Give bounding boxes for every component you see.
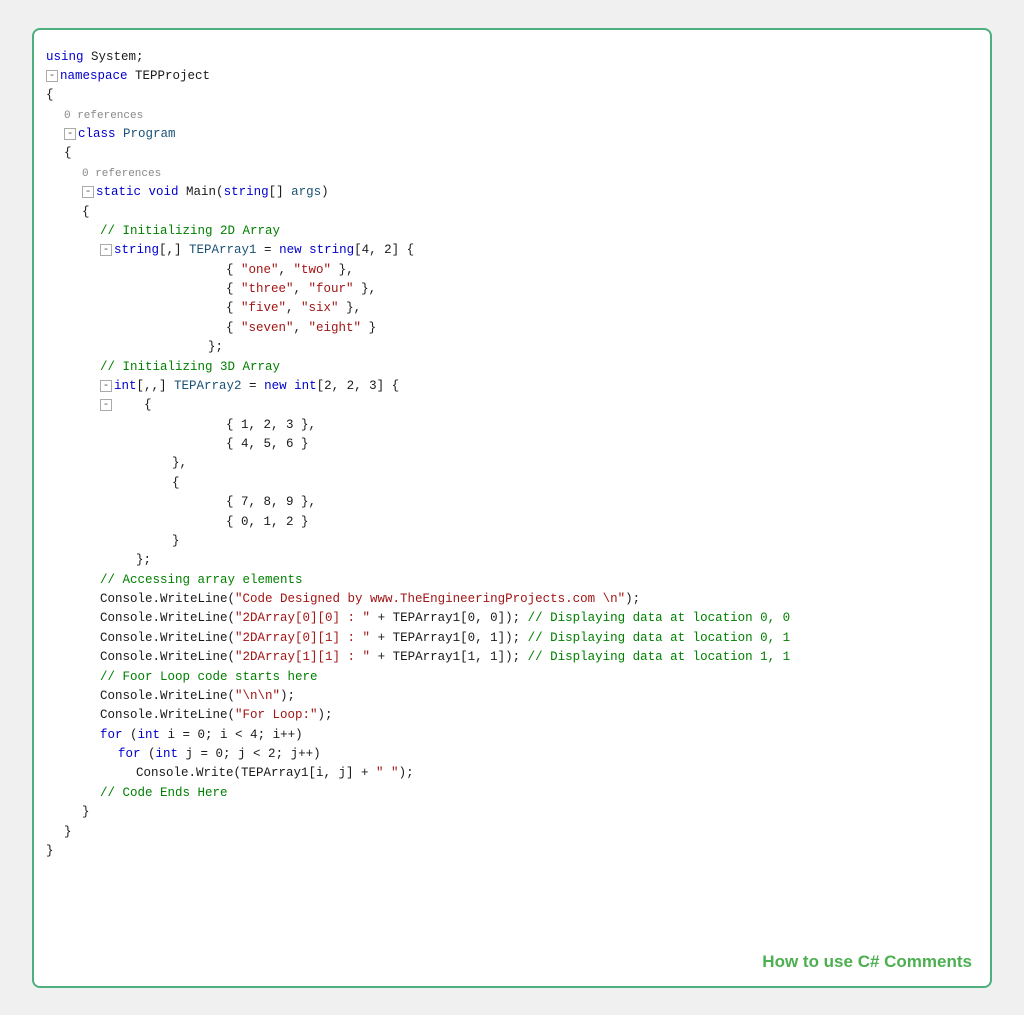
code-line: // Foor Loop code starts here [46,668,974,687]
code-line: // Initializing 3D Array [46,358,974,377]
code-line: } [46,803,974,822]
code-line: { "three", "four" }, [46,280,974,299]
code-line: -class Program [46,125,974,144]
code-line: Console.WriteLine("Code Designed by www.… [46,590,974,609]
code-line: Console.WriteLine("2DArray[1][1] : " + T… [46,648,974,667]
code-content: using System; -namespace TEPProject { 0 … [46,48,974,862]
code-line: 0 references [46,106,974,125]
code-line: { 4, 5, 6 } [46,435,974,454]
code-line: // Accessing array elements [46,571,974,590]
footer-label: How to use C# Comments [762,952,972,972]
code-line: Console.Write(TEPArray1[i, j] + " "); [46,764,974,783]
code-line: { "five", "six" }, [46,299,974,318]
code-editor: using System; -namespace TEPProject { 0 … [32,28,992,988]
code-line: { [46,474,974,493]
code-line: { "seven", "eight" } [46,319,974,338]
code-line: { [46,203,974,222]
code-line: Console.WriteLine("2DArray[0][1] : " + T… [46,629,974,648]
code-line: -string[,] TEPArray1 = new string[4, 2] … [46,241,974,260]
code-line: -static void Main(string[] args) [46,183,974,202]
code-line: } [46,823,974,842]
code-line: { [46,86,974,105]
code-line: -namespace TEPProject [46,67,974,86]
code-line: { "one", "two" }, [46,261,974,280]
code-line: { 0, 1, 2 } [46,513,974,532]
code-line: - { [46,396,974,415]
code-line: Console.WriteLine("For Loop:"); [46,706,974,725]
code-line: { 1, 2, 3 }, [46,416,974,435]
code-line: { [46,144,974,163]
code-line: } [46,532,974,551]
code-line: } [46,842,974,861]
code-line: }; [46,551,974,570]
code-line: for (int i = 0; i < 4; i++) [46,726,974,745]
code-line: { 7, 8, 9 }, [46,493,974,512]
code-line: }, [46,454,974,473]
code-line: }; [46,338,974,357]
code-line: Console.WriteLine("2DArray[0][0] : " + T… [46,609,974,628]
code-line: using System; [46,48,974,67]
code-line: // Code Ends Here [46,784,974,803]
code-line: for (int j = 0; j < 2; j++) [46,745,974,764]
code-line: Console.WriteLine("\n\n"); [46,687,974,706]
code-line: -int[,,] TEPArray2 = new int[2, 2, 3] { [46,377,974,396]
code-line: 0 references [46,164,974,183]
code-line: // Initializing 2D Array [46,222,974,241]
